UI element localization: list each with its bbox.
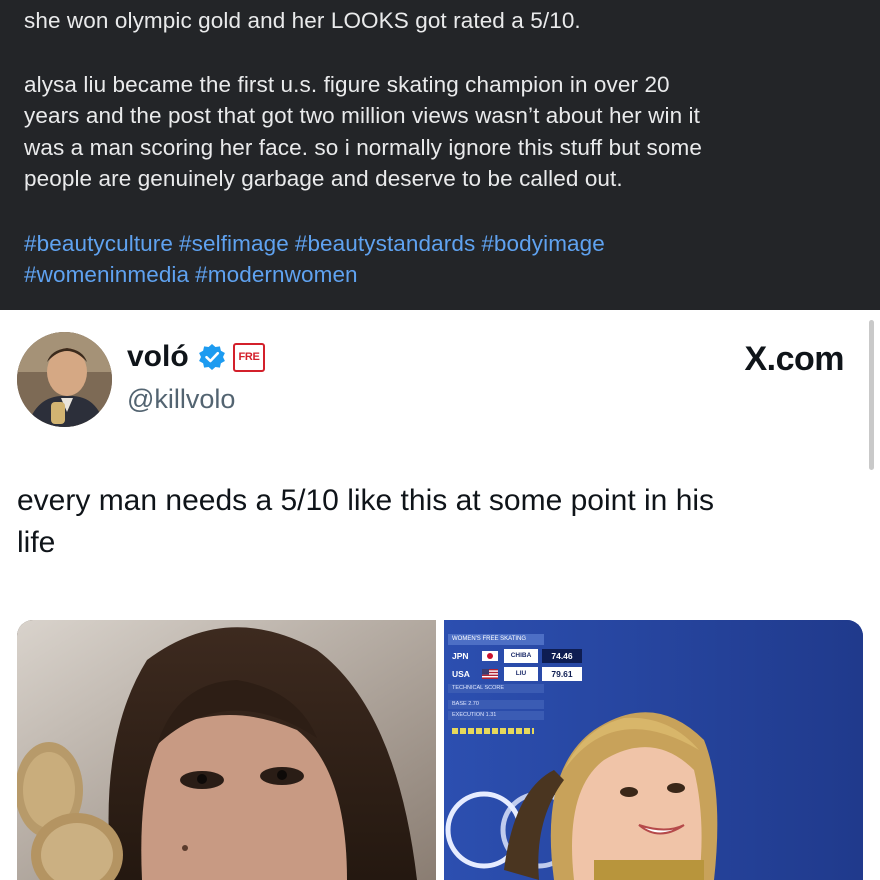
media-image-selfie[interactable]: [17, 620, 436, 880]
post-caption: she won olympic gold and her LOOKS got r…: [0, 0, 880, 310]
avatar[interactable]: [17, 332, 112, 427]
score-skater-name: CHIBA: [504, 649, 538, 663]
user-handle[interactable]: @killvolo: [127, 384, 235, 415]
site-label: X.com: [744, 340, 844, 378]
score-base: BASE 2.70: [448, 700, 544, 709]
hashtag-list: #beautyculture #selfimage #beautystandards…: [24, 228, 856, 291]
caption-body-line-2: years and the post that got two million …: [24, 103, 700, 128]
scoreboard-overlay: WOMEN'S FREE SKATING JPN CHIBA 74.46 USA…: [448, 634, 588, 734]
tweet-card: voló FRE @killvolo X.com every man needs…: [0, 310, 880, 880]
hashtag-link[interactable]: #womeninmedia: [24, 262, 189, 287]
score-execution: EXECUTION 1.31: [448, 711, 544, 720]
tweet-text-line-2: life: [17, 526, 56, 559]
affiliate-badge: FRE: [233, 343, 265, 372]
score-country: JPN: [452, 651, 469, 661]
score-sub-label: TECHNICAL SCORE: [448, 684, 544, 693]
usa-flag-icon: [482, 669, 498, 679]
hashtag-link[interactable]: #modernwomen: [195, 262, 358, 287]
avatar-photo: [17, 332, 112, 427]
scoreboard-header: WOMEN'S FREE SKATING: [448, 634, 544, 645]
score-element-dots: [452, 728, 534, 734]
caption-headline: she won olympic gold and her LOOKS got r…: [24, 8, 581, 33]
hashtag-link[interactable]: #beautyculture: [24, 231, 173, 256]
hashtag-line-1: #beautyculture #selfimage #beautystandards…: [24, 228, 856, 260]
hashtag-link[interactable]: #beautystandards: [295, 231, 475, 256]
display-name[interactable]: voló: [127, 340, 189, 374]
scoreboard-row: USA LIU 79.61: [448, 666, 588, 682]
hashtag-link[interactable]: #selfimage: [179, 231, 289, 256]
caption-body-line-3: was a man scoring her face. so i normall…: [24, 134, 702, 160]
scoreboard-row: JPN CHIBA 74.46: [448, 648, 588, 664]
japan-flag-icon: [482, 651, 498, 661]
score-value: 79.61: [542, 667, 582, 681]
score-country: USA: [452, 669, 470, 679]
caption-body-line-1: alysa liu became the first u.s. figure s…: [24, 71, 670, 97]
verified-check-icon: [199, 344, 225, 370]
selfie-photo: [17, 620, 436, 880]
hashtag-link[interactable]: #bodyimage: [481, 231, 605, 256]
caption-body-line-4: people are genuinely garbage and deserve…: [24, 166, 623, 191]
score-skater-name: LIU: [504, 667, 538, 681]
hashtag-line-2: #womeninmedia #modernwomen: [24, 259, 856, 291]
tweet-text-line-1: every man needs a 5/10 like this at some…: [17, 484, 715, 517]
scrollbar[interactable]: [869, 320, 874, 470]
tweet-text: every man needs a 5/10 like this at some…: [17, 480, 867, 564]
score-value: 74.46: [542, 649, 582, 663]
media-image-skater[interactable]: WOMEN'S FREE SKATING JPN CHIBA 74.46 USA…: [444, 620, 863, 880]
